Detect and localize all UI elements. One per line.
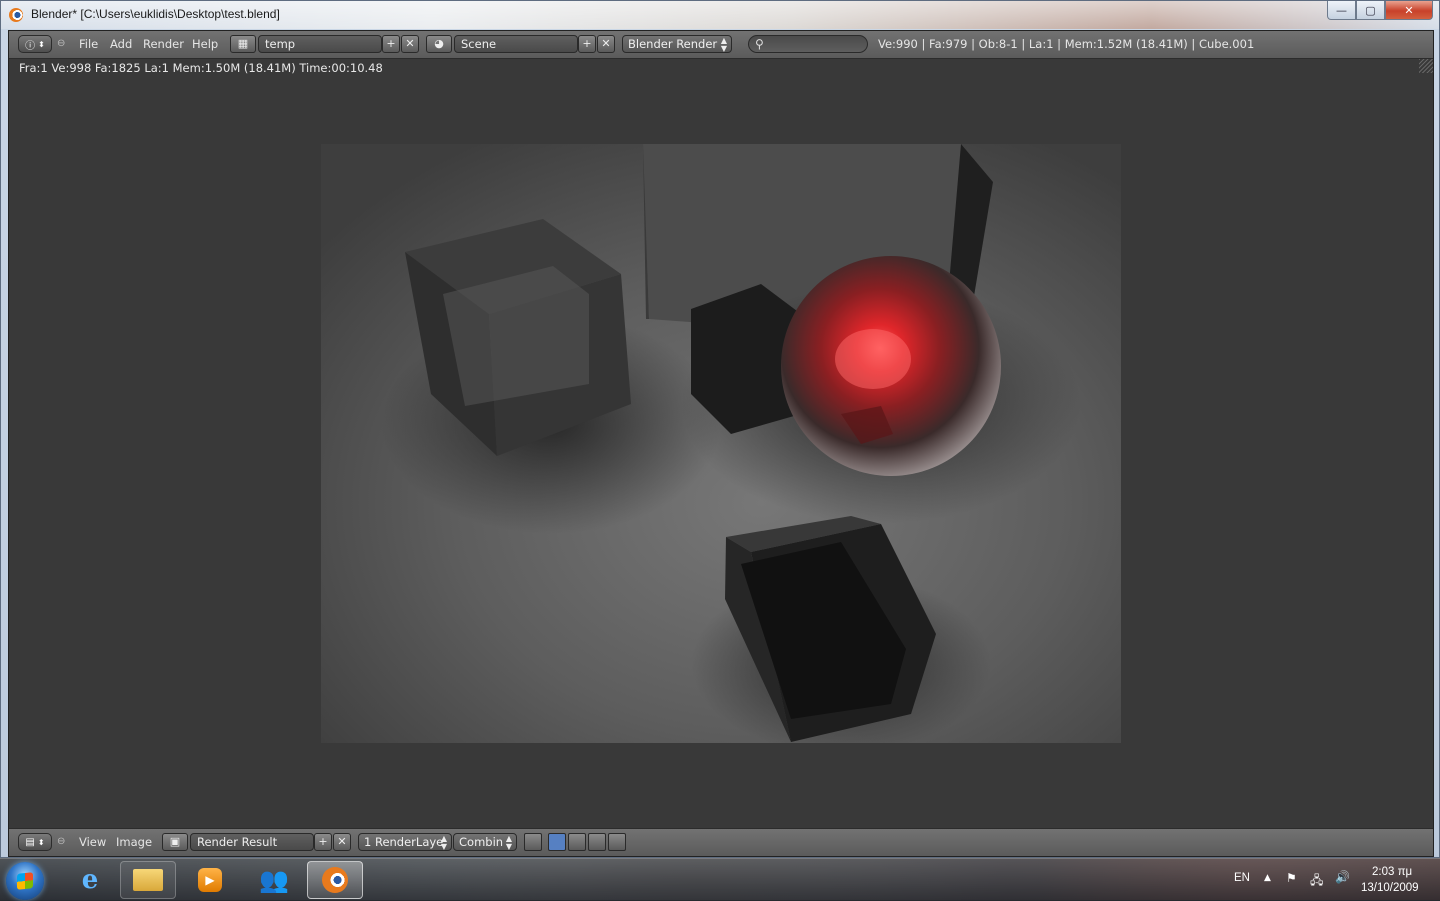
menu-add[interactable]: Add — [110, 35, 132, 53]
render-layer-select[interactable]: 1 RenderLaye ▲ ▼ — [358, 833, 452, 851]
editor-type-button[interactable]: ⓘ ⬍ — [18, 35, 52, 53]
rendered-scene — [321, 144, 1121, 743]
area-split-handle[interactable] — [1419, 59, 1433, 73]
image-name-field[interactable]: Render Result — [190, 833, 314, 851]
screen-layout-icon[interactable]: ▦ — [230, 35, 256, 53]
menu-image[interactable]: Image — [116, 833, 152, 851]
scene-stats: Ve:990 | Fa:979 | Ob:8-1 | La:1 | Mem:1.… — [878, 37, 1255, 51]
blender-client-area: ⓘ ⬍ ⊖ File Add Render Help ▦ temp + ✕ ◕ S… — [8, 30, 1434, 857]
updown-arrows-icon: ⬍ — [38, 39, 45, 49]
search-field[interactable]: ⚲ — [748, 35, 868, 53]
language-indicator[interactable]: EN — [1234, 872, 1250, 884]
scene-icon[interactable]: ◕ — [426, 35, 452, 53]
select-arrows-icon: ▲ ▼ — [440, 834, 447, 851]
menu-render[interactable]: Render — [143, 35, 184, 53]
add-image-icon[interactable]: + — [314, 833, 332, 851]
add-screen-icon[interactable]: + — [382, 35, 400, 53]
image-browse-icon[interactable]: ▣ — [162, 833, 188, 851]
clock-date[interactable]: 13/10/2009 — [1361, 882, 1419, 894]
screen-layout-field[interactable]: temp — [258, 35, 382, 53]
add-scene-icon[interactable]: + — [578, 35, 596, 53]
blender-taskbar-icon[interactable] — [307, 861, 363, 899]
menu-view[interactable]: View — [79, 833, 106, 851]
maximize-button[interactable]: ▢ — [1356, 1, 1385, 20]
select-arrows-icon: ▲ ▼ — [505, 834, 512, 851]
blender-logo-icon — [9, 8, 23, 22]
collapse-menu-icon[interactable]: ⊖ — [57, 833, 65, 851]
scene-field[interactable]: Scene — [454, 35, 578, 53]
windows-explorer-icon[interactable] — [120, 861, 176, 899]
messenger-icon[interactable]: 👥 — [246, 861, 302, 899]
window-controls: — ▢ ✕ — [1327, 1, 1433, 20]
internet-explorer-icon[interactable]: e — [62, 861, 118, 899]
blender-window: Blender* [C:\Users\euklidis\Desktop\test… — [0, 0, 1440, 858]
image-editor-header: ▤ ⬍ ⊖ View Image ▣ Render Result + ✕ 1 Re… — [9, 828, 1433, 856]
image-editor-type-button[interactable]: ▤ ⬍ — [18, 833, 52, 851]
start-button[interactable] — [6, 862, 44, 900]
clock-time[interactable]: 2:03 πμ — [1372, 866, 1412, 878]
render-result-image[interactable] — [321, 144, 1121, 743]
close-button[interactable]: ✕ — [1385, 1, 1433, 20]
menu-file[interactable]: File — [79, 35, 98, 53]
remove-scene-icon[interactable]: ✕ — [597, 35, 615, 53]
window-title: Blender* [C:\Users\euklidis\Desktop\test… — [31, 7, 280, 21]
action-center-flag-icon[interactable]: ⚑ — [1286, 871, 1297, 885]
remove-image-icon[interactable]: ✕ — [333, 833, 351, 851]
render-layer-value: 1 RenderLaye — [364, 835, 444, 849]
remove-screen-icon[interactable]: ✕ — [401, 35, 419, 53]
collapse-menu-icon[interactable]: ⊖ — [57, 35, 65, 53]
volume-icon[interactable]: 🔊 — [1335, 870, 1350, 884]
search-icon: ⚲ — [755, 37, 764, 51]
alpha-only-icon[interactable] — [568, 833, 586, 851]
draw-alpha-icon[interactable] — [524, 833, 542, 851]
render-pass-select[interactable]: Combin ▲ ▼ — [453, 833, 517, 851]
info-icon: ⓘ — [25, 40, 36, 52]
media-player-icon[interactable]: ▶ — [182, 861, 238, 899]
render-engine-value: Blender Render — [628, 37, 718, 51]
minimize-button[interactable]: — — [1327, 1, 1356, 20]
image-editor-icon: ▤ — [25, 836, 35, 848]
z-buffer-icon[interactable] — [588, 833, 606, 851]
select-arrows-icon: ▲ ▼ — [720, 36, 727, 53]
show-hidden-icons-icon[interactable]: ▲ — [1264, 873, 1271, 883]
updown-arrows-icon: ⬍ — [37, 837, 45, 847]
render-pass-value: Combin — [459, 835, 504, 849]
windows-taskbar: e ▶ 👥 EN ▲ ⚑ 🖧 🔊 2:03 πμ 13/10/2009 — [0, 858, 1440, 901]
network-icon[interactable]: 🖧 — [1310, 871, 1323, 892]
checker-icon[interactable] — [548, 833, 566, 851]
menu-help[interactable]: Help — [192, 35, 218, 53]
copy-icon[interactable] — [608, 833, 626, 851]
title-bar[interactable]: Blender* [C:\Users\euklidis\Desktop\test… — [1, 1, 1439, 29]
render-info-text: Fra:1 Ve:998 Fa:1825 La:1 Mem:1.50M (18.… — [9, 59, 1433, 77]
render-engine-select[interactable]: Blender Render ▲ ▼ — [622, 35, 732, 53]
info-header: ⓘ ⬍ ⊖ File Add Render Help ▦ temp + ✕ ◕ S… — [9, 31, 1433, 59]
